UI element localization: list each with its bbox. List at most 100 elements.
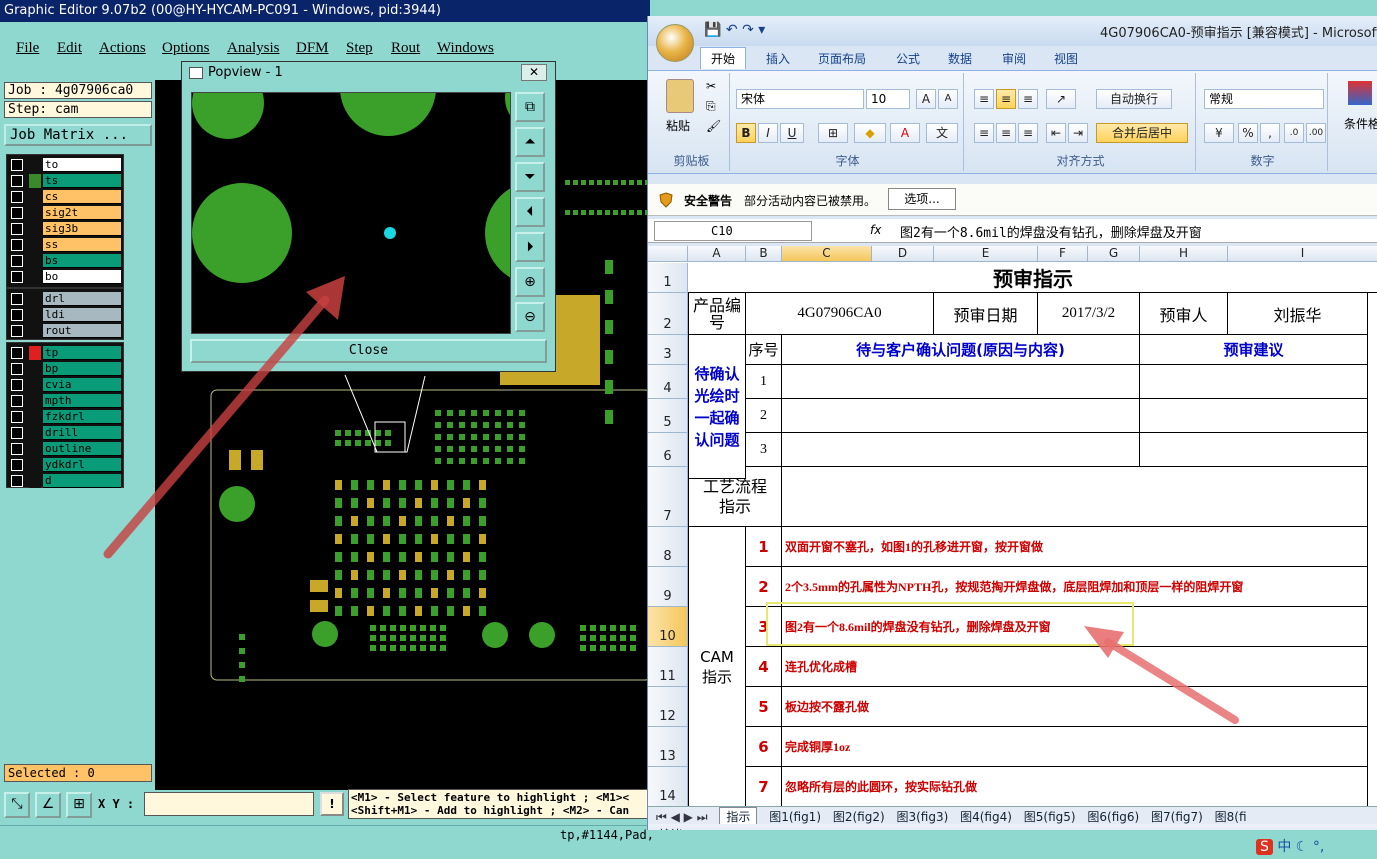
- align-middle-icon[interactable]: ≡: [996, 89, 1016, 109]
- layer-swatch[interactable]: [29, 254, 41, 268]
- col-header-f[interactable]: F: [1038, 246, 1088, 262]
- orientation-icon[interactable]: ↗: [1046, 89, 1076, 109]
- layer-swatch[interactable]: [29, 324, 41, 338]
- layer-name[interactable]: cs: [43, 190, 121, 204]
- col-header-c[interactable]: C: [782, 246, 872, 262]
- layer-checkbox[interactable]: [11, 191, 23, 203]
- layer-checkbox[interactable]: [11, 309, 23, 321]
- layer-row-cs[interactable]: cs: [9, 189, 121, 205]
- layer-checkbox[interactable]: [11, 459, 23, 471]
- confirm-issue-3[interactable]: [782, 433, 1140, 467]
- format-painter-icon[interactable]: 🖌: [706, 119, 721, 133]
- shrink-font-icon[interactable]: A: [938, 89, 958, 109]
- col-header-e[interactable]: E: [934, 246, 1038, 262]
- font-color-icon[interactable]: A: [890, 123, 920, 143]
- row-header-9[interactable]: 9: [648, 567, 688, 607]
- layer-swatch[interactable]: [29, 206, 41, 220]
- confirm-issue-1[interactable]: [782, 365, 1140, 399]
- layer-swatch[interactable]: [29, 292, 41, 306]
- menu-step[interactable]: Step: [346, 40, 373, 57]
- layer-name[interactable]: sig3b: [43, 222, 121, 236]
- currency-icon[interactable]: ¥: [1204, 123, 1234, 143]
- layer-checkbox[interactable]: [11, 379, 23, 391]
- copy-icon[interactable]: ⎘: [706, 99, 716, 114]
- sheet-tab-fig7[interactable]: 图7(fig7): [1151, 808, 1203, 825]
- conditional-format-icon[interactable]: [1348, 81, 1372, 105]
- cam-item-text[interactable]: 双面开窗不塞孔，如图1的孔移进开窗，按开窗做: [782, 527, 1368, 567]
- layer-row-bs[interactable]: bs: [9, 253, 121, 269]
- row-header-3[interactable]: 3: [648, 335, 688, 365]
- underline-icon[interactable]: U: [780, 123, 804, 143]
- wrap-text-button[interactable]: 自动换行: [1096, 89, 1172, 109]
- layer-name[interactable]: ts: [43, 174, 121, 188]
- grow-font-icon[interactable]: A: [916, 89, 936, 109]
- layer-checkbox[interactable]: [11, 239, 23, 251]
- layer-row-sig3b[interactable]: sig3b: [9, 221, 121, 237]
- measure-tool-icon[interactable]: ∠: [35, 792, 61, 818]
- paste-button[interactable]: 粘贴: [666, 117, 690, 134]
- tab-formulas[interactable]: 公式: [896, 50, 920, 67]
- job-matrix-button[interactable]: Job Matrix ...: [4, 124, 152, 146]
- sheet-tab-fig5[interactable]: 图5(fig5): [1024, 808, 1076, 825]
- layer-name[interactable]: to: [43, 158, 121, 172]
- confirm-advice-3[interactable]: [1140, 433, 1368, 467]
- decrease-indent-icon[interactable]: ⇤: [1046, 123, 1066, 143]
- pan-left-icon[interactable]: ⏴: [515, 197, 545, 227]
- align-bottom-icon[interactable]: ≡: [1018, 89, 1038, 109]
- tab-review[interactable]: 审阅: [1002, 50, 1026, 67]
- layer-checkbox[interactable]: [11, 347, 23, 359]
- layer-checkbox[interactable]: [11, 271, 23, 283]
- xy-input[interactable]: [144, 792, 314, 816]
- layer-checkbox[interactable]: [11, 411, 23, 423]
- align-left-icon[interactable]: ≡: [974, 123, 994, 143]
- menu-actions[interactable]: Actions: [99, 40, 146, 57]
- row-header-2[interactable]: 2: [648, 293, 688, 335]
- sheet-tab-fig3[interactable]: 图3(fig3): [896, 808, 948, 825]
- menu-rout[interactable]: Rout: [391, 40, 420, 57]
- paste-icon[interactable]: [666, 79, 694, 113]
- layer-swatch[interactable]: [29, 426, 41, 440]
- menu-edit[interactable]: Edit: [57, 40, 82, 57]
- col-header-g[interactable]: G: [1088, 246, 1140, 262]
- sheet-tab-fig8[interactable]: 图8(fi: [1215, 808, 1247, 825]
- layer-name[interactable]: ss: [43, 238, 121, 252]
- italic-icon[interactable]: I: [758, 123, 778, 143]
- layer-swatch[interactable]: [29, 158, 41, 172]
- col-header-d[interactable]: D: [872, 246, 934, 262]
- conditional-format-button[interactable]: 条件格: [1344, 115, 1377, 132]
- decrease-decimal-icon[interactable]: .00: [1306, 123, 1326, 143]
- layer-swatch[interactable]: [29, 308, 41, 322]
- phonetic-icon[interactable]: 文: [926, 123, 958, 143]
- tab-data[interactable]: 数据: [948, 50, 972, 67]
- increase-decimal-icon[interactable]: .0: [1284, 123, 1304, 143]
- sheet-tab-fig4[interactable]: 图4(fig4): [960, 808, 1012, 825]
- name-box[interactable]: C10: [654, 221, 812, 241]
- layer-swatch[interactable]: [29, 174, 41, 188]
- layer-swatch[interactable]: [29, 346, 41, 360]
- layer-checkbox[interactable]: [11, 443, 23, 455]
- font-name-box[interactable]: 宋体: [736, 89, 864, 109]
- zoom-out-icon[interactable]: ⊖: [515, 302, 545, 332]
- zoom-in-icon[interactable]: ⊕: [515, 267, 545, 297]
- layer-swatch[interactable]: [29, 442, 41, 456]
- select-all-corner[interactable]: [648, 246, 688, 262]
- row-header-1[interactable]: 1: [648, 263, 688, 293]
- fx-icon[interactable]: fx: [870, 223, 881, 237]
- align-top-icon[interactable]: ≡: [974, 89, 994, 109]
- layer-row-ss[interactable]: ss: [9, 237, 121, 253]
- cam-item-text[interactable]: 连孔优化成槽: [782, 647, 1368, 687]
- zoom-fit-icon[interactable]: ⧉: [515, 92, 545, 122]
- tab-insert[interactable]: 插入: [766, 50, 790, 67]
- col-header-i[interactable]: I: [1228, 246, 1377, 262]
- layer-checkbox[interactable]: [11, 325, 23, 337]
- row-header-8[interactable]: 8: [648, 527, 688, 567]
- align-center-icon[interactable]: ≡: [996, 123, 1016, 143]
- layer-checkbox[interactable]: [11, 293, 23, 305]
- cut-icon[interactable]: ✂: [706, 79, 716, 93]
- layer-swatch[interactable]: [29, 270, 41, 284]
- sheet-tab-fig1[interactable]: 图1(fig1): [769, 808, 821, 825]
- layer-checkbox[interactable]: [11, 395, 23, 407]
- layer-checkbox[interactable]: [11, 175, 23, 187]
- row-header-12[interactable]: 12: [648, 687, 688, 727]
- confirm-advice-1[interactable]: [1140, 365, 1368, 399]
